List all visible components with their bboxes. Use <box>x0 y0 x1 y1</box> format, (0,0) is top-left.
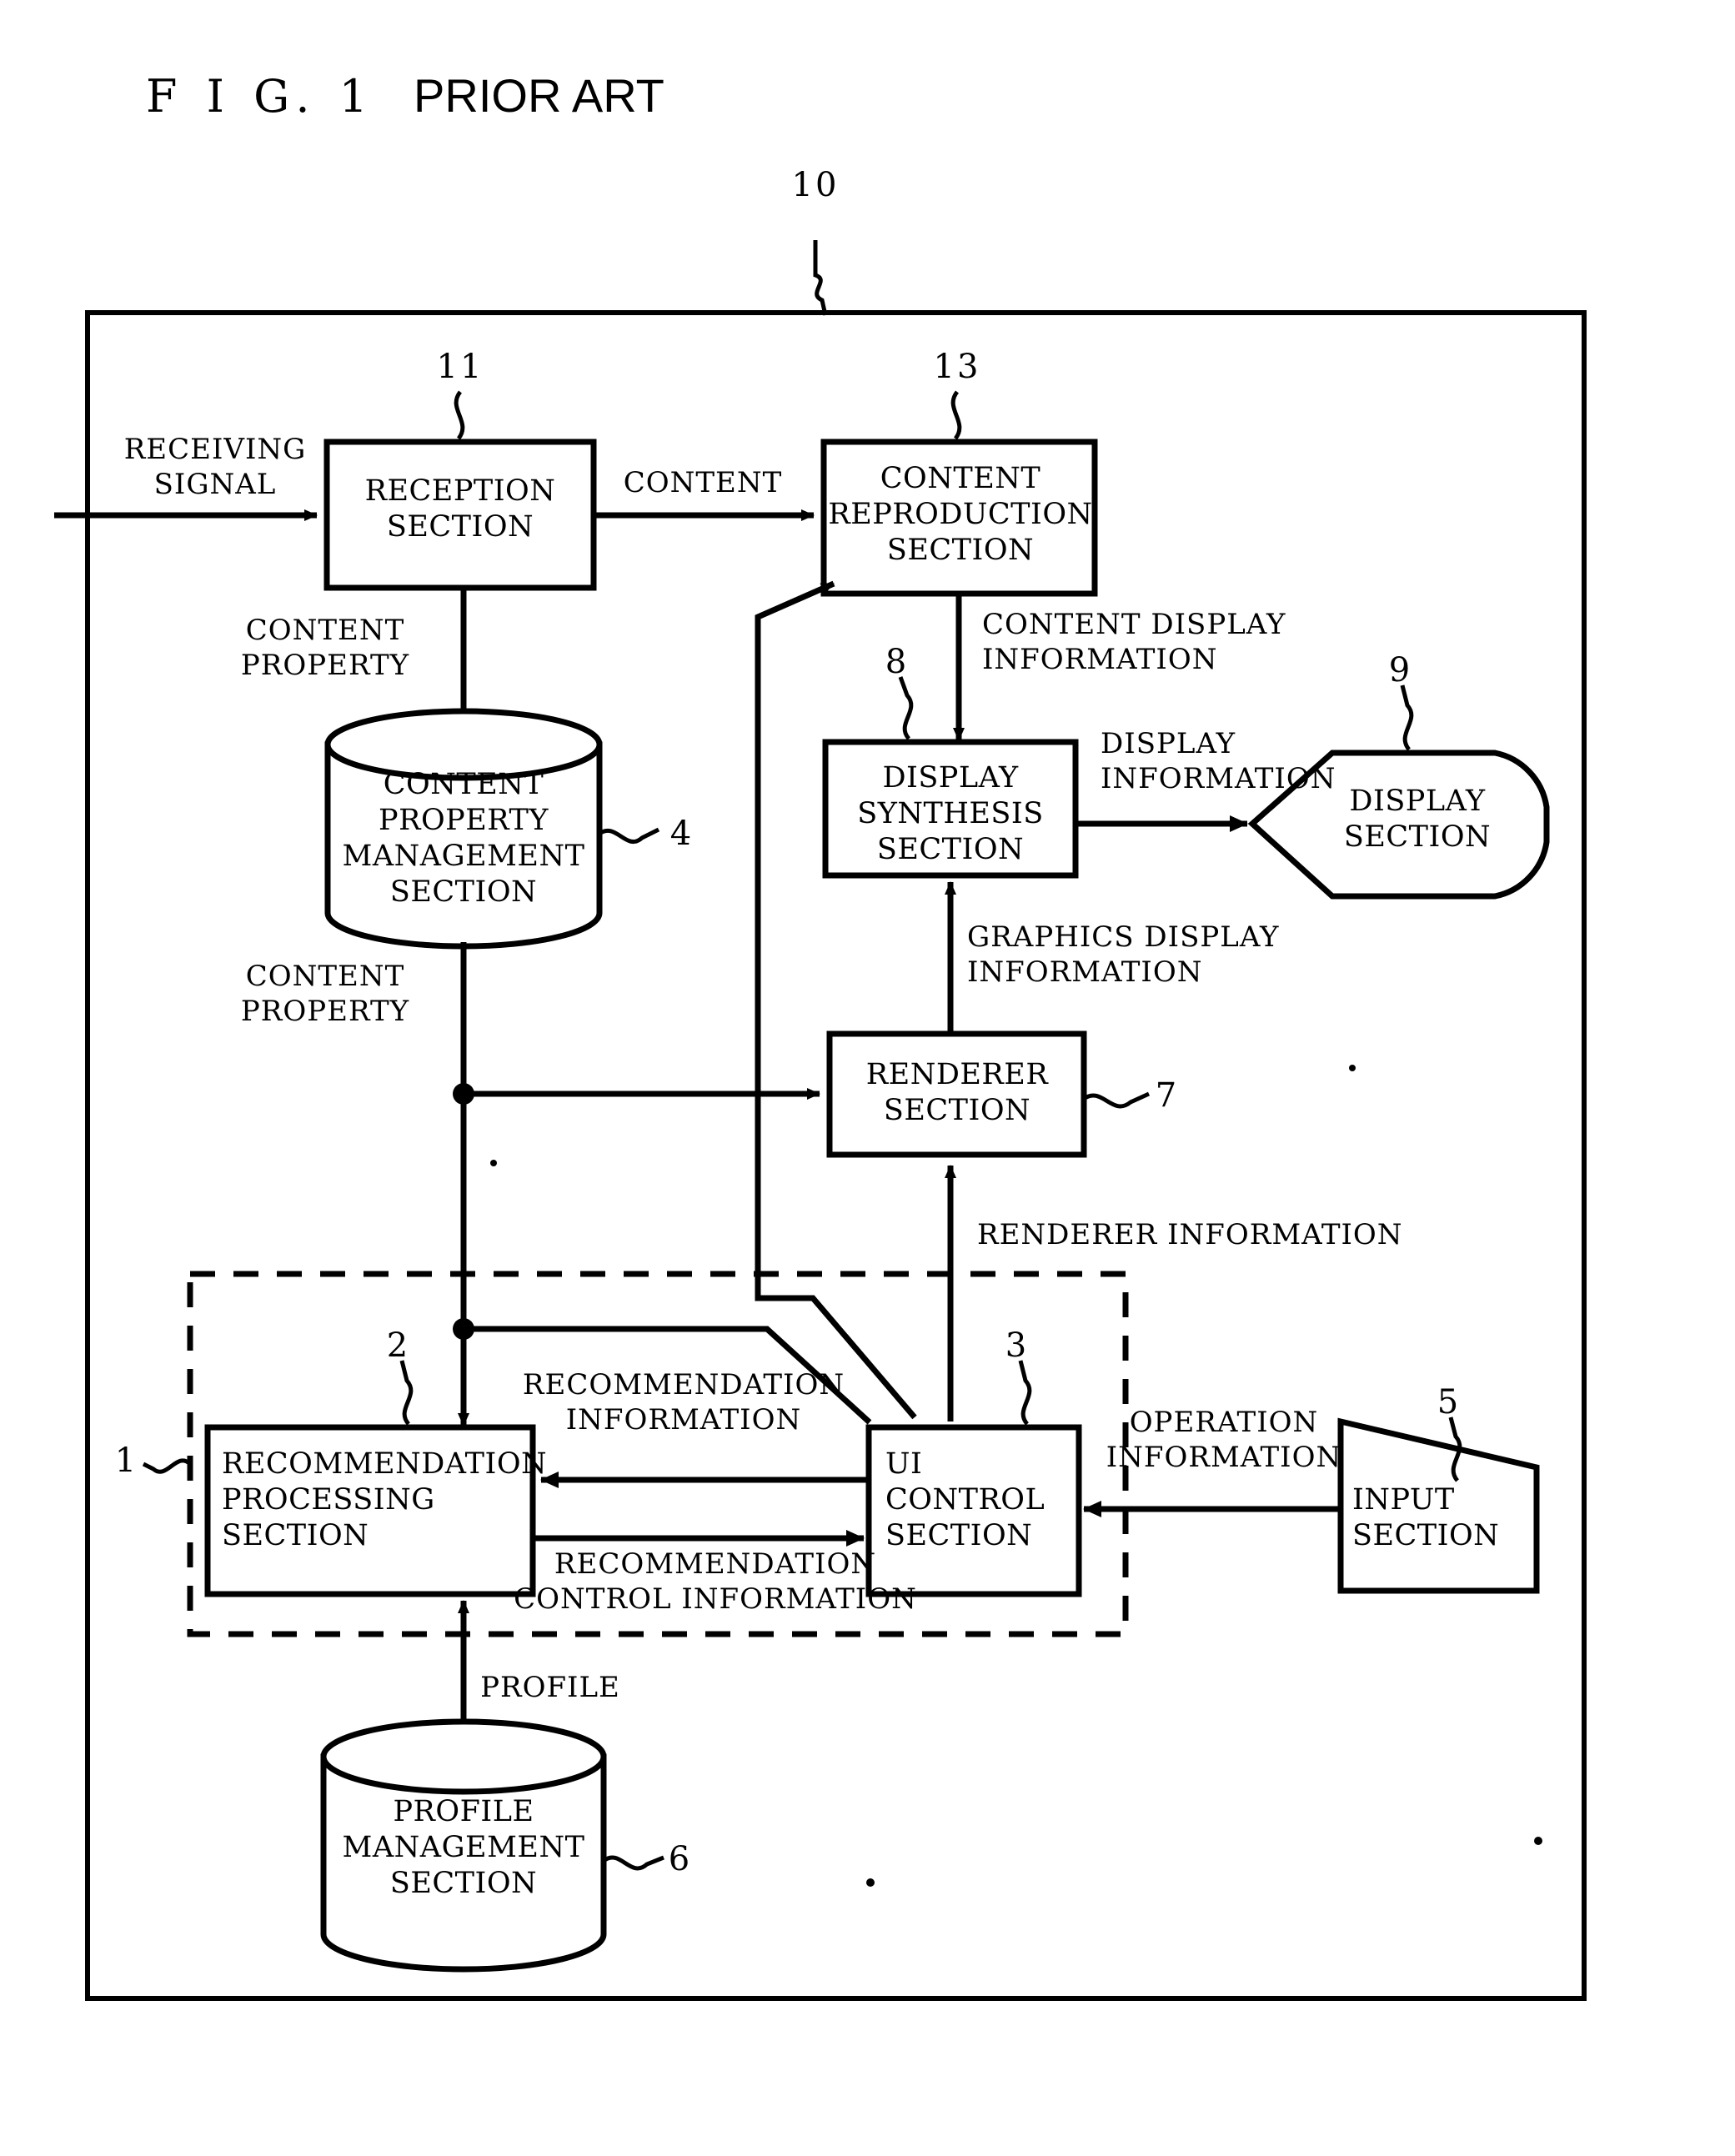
display-section-label: DISPLAY SECTION <box>1343 785 1492 854</box>
ui-control-to-content-reproduction <box>755 580 917 1420</box>
edge-label-content: CONTENT <box>623 466 783 499</box>
ref-leader-7 <box>1082 1091 1151 1109</box>
edge-label-profile: PROFILE <box>480 1671 620 1704</box>
ref-number-11: 11 <box>436 348 484 386</box>
scan-artifact-dot-3 <box>866 1878 875 1887</box>
reception-section-label: RECEPTION SECTION <box>364 474 556 544</box>
ref-number-10: 10 <box>791 166 840 204</box>
ref-number-4: 4 <box>669 815 695 853</box>
edge-label-content-display-information: CONTENT DISPLAY INFORMATION <box>982 608 1286 676</box>
display-synthesis-section-label: DISPLAY SYNTHESIS SECTION <box>857 761 1044 866</box>
edge-label-recommendation-information: RECOMMENDATION INFORMATION <box>522 1368 845 1436</box>
content-reproduction-section-label: CONTENT REPRODUCTION SECTION <box>828 462 1093 567</box>
ref-leader-13 <box>950 390 962 440</box>
ref-leader-2 <box>399 1360 414 1426</box>
ref-leader-10 <box>813 240 828 316</box>
edge-label-operation-information: OPERATION INFORMATION <box>1106 1406 1342 1474</box>
ref-number-8: 8 <box>885 643 910 681</box>
content-property-management-section-label: CONTENT PROPERTY MANAGEMENT SECTION <box>342 768 585 909</box>
ref-number-6: 6 <box>668 1840 693 1878</box>
ref-leader-9 <box>1400 684 1414 751</box>
profile-management-section-label: PROFILE MANAGEMENT SECTION <box>342 1795 585 1900</box>
input-section-label: INPUT SECTION <box>1352 1483 1500 1552</box>
ref-number-2: 2 <box>386 1326 411 1365</box>
scan-artifact-dot-2 <box>1534 1837 1542 1845</box>
edge-label-recommendation-control-information: RECOMMENDATION CONTROL INFORMATION <box>514 1547 917 1616</box>
figure-canvas: F I G. 1 PRIOR ART 10 11 13 4 8 9 7 1 2 … <box>0 0 1735 2156</box>
ref-leader-11 <box>454 390 465 440</box>
renderer-section-label: RENDERER SECTION <box>865 1058 1049 1127</box>
ref-leader-6 <box>602 1855 664 1871</box>
edge-label-content-property-top: CONTENT PROPERTY <box>240 614 410 682</box>
edge-label-renderer-information: RENDERER INFORMATION <box>977 1218 1403 1251</box>
ref-number-13: 13 <box>933 348 981 386</box>
ref-leader-3 <box>1018 1360 1032 1426</box>
edge-label-graphics-display-information: GRAPHICS DISPLAY INFORMATION <box>967 920 1280 989</box>
ref-number-3: 3 <box>1005 1326 1030 1365</box>
ref-leader-8 <box>898 676 914 740</box>
recommendation-processing-section-label: RECOMMENDATION PROCESSING SECTION <box>222 1447 548 1552</box>
ui-control-section-label: UI CONTROL SECTION <box>885 1447 1046 1552</box>
edge-label-receiving-signal: RECEIVING SIGNAL <box>123 433 307 501</box>
scan-artifact-dot-1 <box>1349 1065 1356 1071</box>
ref-leader-4 <box>598 827 660 845</box>
edge-label-display-information: DISPLAY INFORMATION <box>1101 727 1336 795</box>
ref-number-5: 5 <box>1437 1383 1462 1421</box>
edge-label-content-property-bottom: CONTENT PROPERTY <box>240 960 410 1028</box>
ref-number-1: 1 <box>114 1442 139 1480</box>
scan-artifact-dot-4 <box>490 1160 497 1166</box>
ref-number-9: 9 <box>1388 651 1413 689</box>
ref-number-7: 7 <box>1155 1076 1180 1115</box>
ref-leader-1 <box>142 1458 192 1474</box>
